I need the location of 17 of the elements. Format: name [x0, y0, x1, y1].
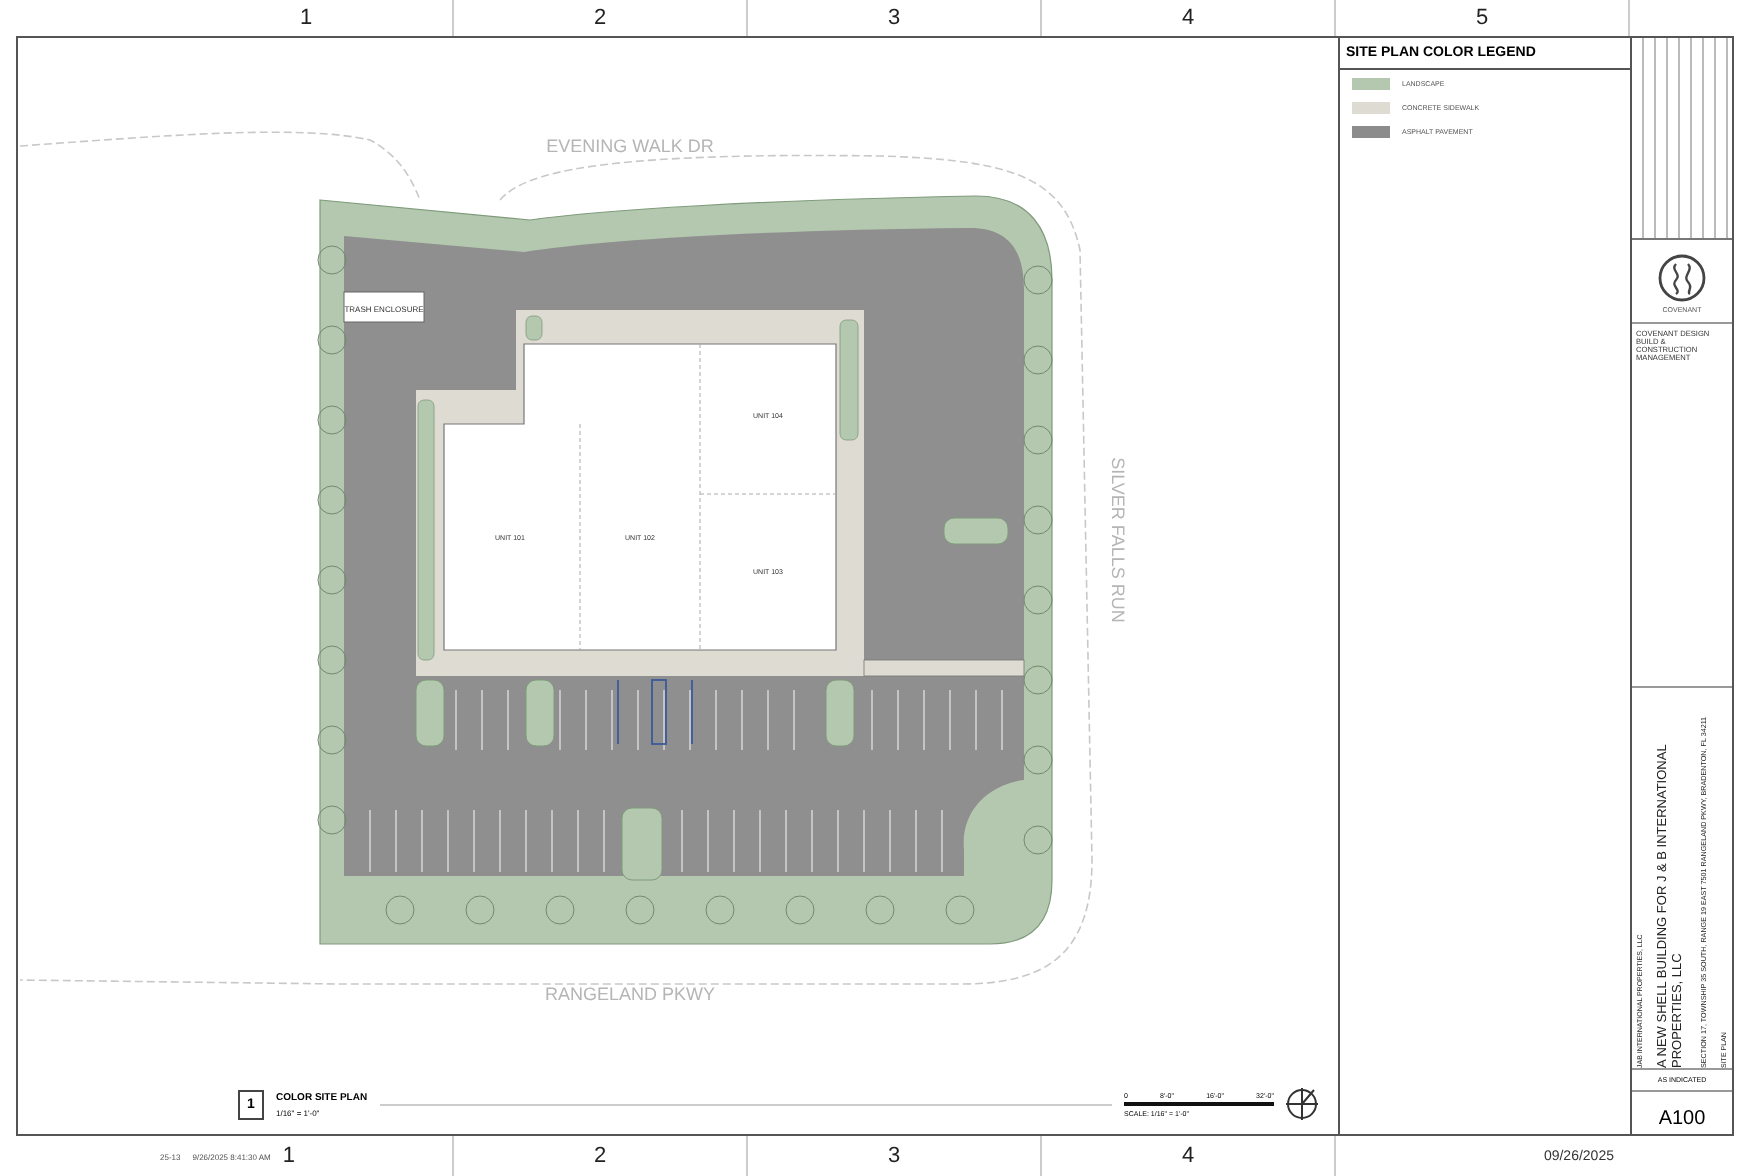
- grid-label: 2: [593, 1144, 607, 1168]
- grid-label: 4: [1181, 1144, 1195, 1168]
- street-name: RANGELAND PKWY: [544, 984, 716, 1004]
- grid-label: 5: [1475, 6, 1489, 30]
- grid-label: 3: [887, 1144, 901, 1168]
- grid-label: 3: [887, 6, 901, 30]
- north-arrow-icon: [1286, 1088, 1318, 1120]
- street-name: EVENING WALK DR: [546, 136, 714, 156]
- grid-label: 1: [299, 6, 313, 30]
- grid-label: 4: [1181, 6, 1195, 30]
- grid-label: 2: [593, 6, 607, 30]
- street-name: SILVER FALLS RUN: [1108, 457, 1128, 623]
- grid-label: 1: [282, 1144, 296, 1168]
- accessible-parking-lines: [617, 679, 693, 745]
- trash-enclosure-pad: [343, 291, 425, 323]
- logo-icon: [1658, 252, 1706, 304]
- sheet-number: A100: [1656, 1106, 1708, 1134]
